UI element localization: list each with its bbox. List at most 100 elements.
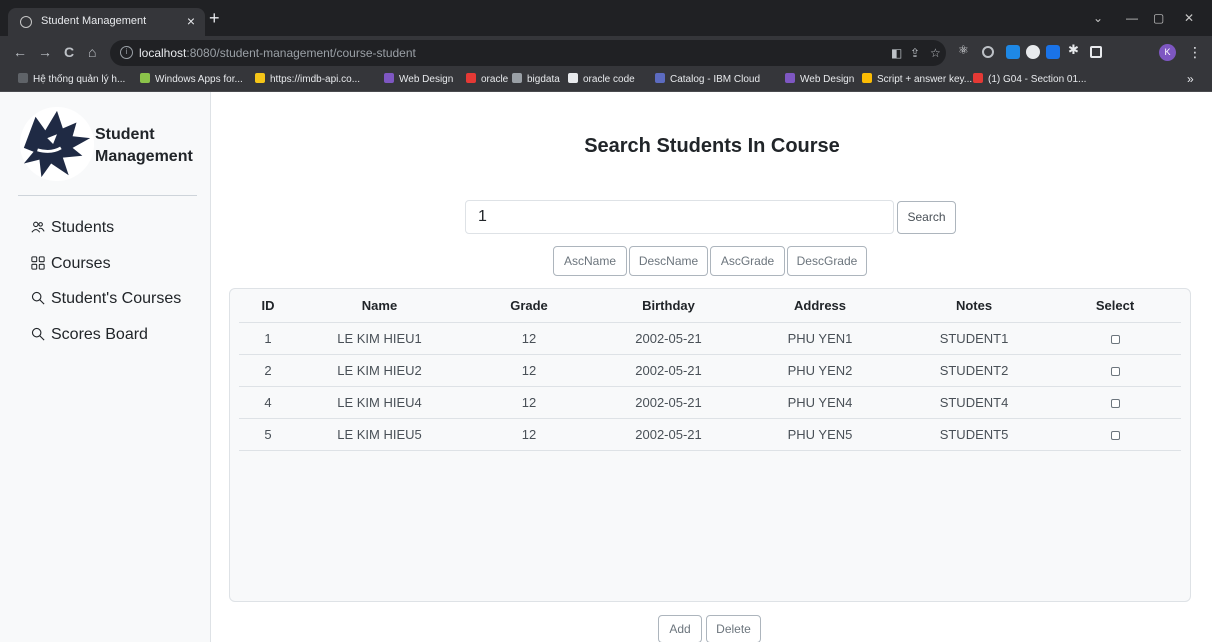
cell-grade: 12 [462,386,596,419]
close-window-button[interactable]: ✕ [1184,10,1194,26]
bookmark-favicon-icon [512,73,522,83]
search-button[interactable]: Search [897,201,956,234]
cell-select [1049,354,1181,387]
cell-grade: 12 [462,354,596,387]
brand-line-2: Management [95,148,193,165]
cell-notes: STUDENT1 [899,322,1049,355]
cell-grade: 12 [462,418,596,451]
sidebar-item-students[interactable]: Students [31,217,114,239]
sort-asc-name-button[interactable]: AscName [553,246,627,276]
select-checkbox[interactable] [1110,366,1120,376]
translate-icon[interactable]: ◧ [891,46,902,60]
sidebar-item-students-courses[interactable]: Student's Courses [31,288,181,310]
cell-address: PHU YEN5 [741,418,899,451]
bookmark-favicon-icon [255,73,265,83]
sort-asc-grade-button[interactable]: AscGrade [710,246,785,276]
bookmark-label: https://imdb-api.co... [270,74,361,85]
bookmark-item[interactable]: Hệ thống quản lý h... [18,73,125,87]
extension-badge-icon[interactable] [1046,45,1060,59]
table-header-row: ID Name Grade Birthday Address Notes Sel… [239,289,1181,323]
cell-id: 4 [239,386,297,419]
bookmark-item[interactable]: https://imdb-api.co... [255,73,360,87]
cell-notes: STUDENT2 [899,354,1049,387]
add-button[interactable]: Add [658,615,702,642]
bookmark-label: Windows Apps for... [155,74,243,85]
browser-toolbar: ← → C ⌂ i localhost:8080/student-managem… [0,36,1212,69]
brand-line-1: Student [95,126,155,143]
cell-birthday: 2002-05-21 [596,322,741,355]
cell-select [1049,418,1181,451]
table-row[interactable]: 5 LE KIM HIEU5 12 2002-05-21 PHU YEN5 ST… [239,418,1181,451]
bookmarks-bar: Hệ thống quản lý h... Windows Apps for..… [0,69,1212,92]
table-row[interactable]: 1 LE KIM HIEU1 12 2002-05-21 PHU YEN1 ST… [239,322,1181,355]
bookmark-item[interactable]: Windows Apps for... [140,73,243,87]
select-checkbox[interactable] [1110,430,1120,440]
profile-avatar[interactable]: K [1159,44,1176,61]
new-tab-button[interactable]: + [209,8,220,28]
bookmark-item[interactable]: Web Design [785,73,854,87]
cell-address: PHU YEN4 [741,386,899,419]
bookmark-item[interactable]: (1) G04 - Section 01... [973,73,1086,87]
side-panel-icon[interactable] [1090,46,1102,58]
maximize-button[interactable]: ▢ [1153,10,1164,26]
bookmark-label: Hệ thống quản lý h... [33,74,126,85]
minimize-button[interactable]: — [1126,10,1138,26]
bookmark-item[interactable]: oracle [466,73,508,87]
sidebar-item-courses[interactable]: Courses [31,253,111,275]
react-devtools-icon[interactable]: ⚛ [958,43,972,57]
grid-icon [31,256,45,270]
site-info-icon[interactable]: i [120,46,133,59]
course-search-input[interactable] [465,200,894,234]
globe-icon [20,16,32,28]
browser-menu-icon[interactable]: ⋮ [1188,44,1202,60]
table-row[interactable]: 2 LE KIM HIEU2 12 2002-05-21 PHU YEN2 ST… [239,354,1181,387]
extension-blue-icon[interactable] [1006,45,1020,59]
reload-button[interactable]: C [64,44,74,60]
sort-desc-grade-button[interactable]: DescGrade [787,246,867,276]
cell-birthday: 2002-05-21 [596,386,741,419]
url-path: :8080/student-management/course-student [186,46,416,60]
bookmark-label: oracle [481,74,509,85]
forward-button[interactable]: → [38,44,52,60]
close-tab-icon[interactable]: × [187,13,195,29]
bookmark-star-icon[interactable]: ☆ [930,46,941,60]
cell-select [1049,386,1181,419]
sort-desc-name-button[interactable]: DescName [629,246,708,276]
bookmark-favicon-icon [140,73,150,83]
page-title: Search Students In Course [584,135,840,157]
bookmark-favicon-icon [384,73,394,83]
home-button[interactable]: ⌂ [88,44,96,60]
record-extension-icon[interactable] [982,46,994,58]
column-header-birthday: Birthday [596,289,741,323]
select-checkbox[interactable] [1110,334,1120,344]
address-bar[interactable]: i localhost:8080/student-management/cour… [110,40,946,66]
bookmark-item[interactable]: Catalog - IBM Cloud [655,73,760,87]
delete-button[interactable]: Delete [706,615,761,642]
column-header-grade: Grade [462,289,596,323]
sidebar-item-label: Student's Courses [51,290,182,307]
bookmark-favicon-icon [466,73,476,83]
extensions-puzzle-icon[interactable]: ✱ [1068,42,1082,57]
back-button[interactable]: ← [13,44,27,60]
table-row[interactable]: 4 LE KIM HIEU4 12 2002-05-21 PHU YEN4 ST… [239,386,1181,419]
bookmark-item[interactable]: oracle code [568,73,635,87]
browser-tab[interactable]: Student Management × [8,8,205,36]
tab-search-icon[interactable]: ⌄ [1093,10,1103,26]
cell-id: 1 [239,322,297,355]
select-checkbox[interactable] [1110,398,1120,408]
url-text[interactable]: localhost:8080/student-management/course… [139,46,416,60]
sidebar-item-scores-board[interactable]: Scores Board [31,324,148,346]
bookmark-item[interactable]: Web Design [384,73,453,87]
bookmarks-overflow-button[interactable]: » [1187,72,1194,86]
cell-name: LE KIM HIEU5 [297,418,462,451]
bookmark-item[interactable]: bigdata [512,73,560,87]
cell-address: PHU YEN1 [741,322,899,355]
bookmark-label: (1) G04 - Section 01... [988,74,1087,85]
cell-grade: 12 [462,322,596,355]
share-icon[interactable]: ⇪ [910,46,920,60]
bookmark-item[interactable]: Script + answer key... [862,73,972,87]
extension-circle-icon[interactable] [1026,45,1040,59]
column-header-address: Address [741,289,899,323]
bookmark-label: Web Design [399,74,454,85]
column-header-select: Select [1049,289,1181,323]
